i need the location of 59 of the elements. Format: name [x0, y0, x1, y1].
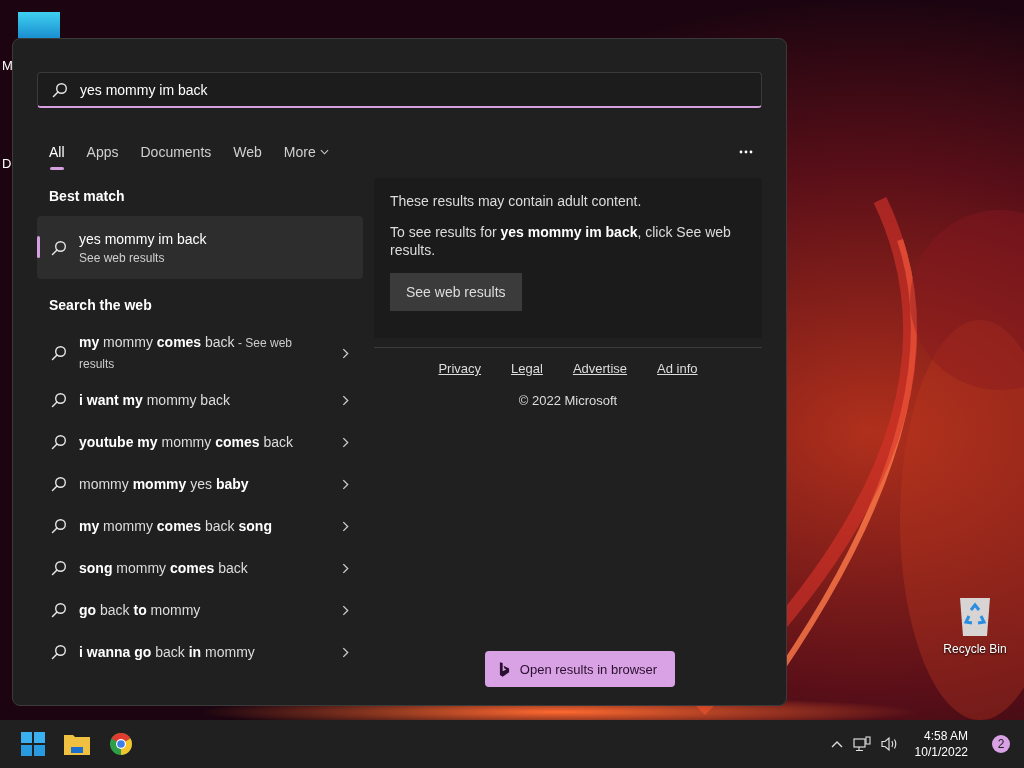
suggestion-link[interactable]: song mommy comes back: [79, 558, 330, 578]
search-icon: [51, 602, 67, 618]
result-title: yes mommy im back: [79, 230, 207, 247]
chevron-right-icon[interactable]: [342, 394, 349, 406]
result-subtitle: See web results: [79, 250, 166, 265]
search-icon: [51, 560, 67, 576]
footer-link[interactable]: Privacy: [438, 361, 482, 376]
suggestion-link[interactable]: i wanna go back in mommy: [79, 642, 330, 662]
notice-text: To see results for yes mommy im back, click See web results.: [390, 223, 732, 259]
chevron-down-icon[interactable]: [319, 149, 329, 155]
search-icon: [51, 434, 67, 450]
suggestion-link[interactable]: i want my mommy back: [79, 390, 330, 410]
filter-tab[interactable]: Web: [233, 136, 262, 168]
search-field[interactable]: yes mommy im back: [37, 72, 762, 108]
open-in-browser-button[interactable]: Open results in browser: [484, 651, 676, 687]
warning-text: These results may contain adult content.: [390, 193, 642, 209]
footer-link[interactable]: Legal: [511, 361, 543, 376]
footer-link[interactable]: Advertise: [572, 361, 628, 376]
speaker-icon[interactable]: [880, 736, 899, 752]
logo-icon: [498, 661, 510, 677]
chevron-up-icon[interactable]: [830, 740, 843, 748]
search-icon: [51, 518, 67, 534]
suggestion-link[interactable]: go back to mommy: [79, 600, 330, 620]
browser-icon[interactable]: [109, 732, 133, 756]
filter-tab[interactable]: More: [283, 136, 329, 168]
search-icon: [51, 392, 67, 408]
copyright-text: © 2022 Microsoft: [518, 393, 618, 408]
recycle-bin-label: Recycle Bin: [943, 642, 1007, 656]
notification-badge[interactable]: 2: [992, 735, 1010, 753]
desktop-icon-label: M: [2, 58, 13, 73]
desktop-icon-label: D: [2, 156, 12, 171]
chevron-right-icon[interactable]: [342, 347, 349, 359]
suggestion-link[interactable]: my mommy comes back song: [79, 516, 330, 536]
chevron-right-icon[interactable]: [342, 520, 349, 532]
section-heading: Best match: [49, 188, 126, 204]
chevron-right-icon[interactable]: [342, 604, 349, 616]
start-icon[interactable]: [21, 732, 45, 756]
search-icon: [51, 476, 67, 492]
suggestion-link[interactable]: my mommy comes back - See web results: [79, 332, 330, 374]
search-icon: [51, 644, 67, 660]
chevron-right-icon[interactable]: [342, 478, 349, 490]
section-heading: Search the web: [49, 297, 153, 313]
chevron-right-icon[interactable]: [342, 562, 349, 574]
filter-tab[interactable]: Apps: [86, 136, 119, 168]
best-match-item[interactable]: yes mommy im back See web results: [37, 216, 363, 279]
search-icon: [51, 345, 67, 361]
search-icon: [51, 239, 67, 256]
clock[interactable]: 4:58 AM 10/1/2022: [914, 729, 968, 759]
chevron-right-icon[interactable]: [342, 436, 349, 448]
filter-tab[interactable]: All: [49, 136, 65, 168]
search-icon: [52, 82, 68, 98]
folder-icon[interactable]: [64, 733, 90, 755]
filter-tab[interactable]: Documents: [140, 136, 212, 168]
suggestion-link[interactable]: mommy mommy yes baby: [79, 474, 330, 494]
chevron-right-icon[interactable]: [342, 646, 349, 658]
footer-link[interactable]: Ad info: [657, 361, 698, 376]
see-web-results-button[interactable]: See web results: [390, 273, 522, 311]
suggestion-link[interactable]: youtube my mommy comes back: [79, 432, 330, 452]
network-icon[interactable]: [852, 736, 871, 752]
